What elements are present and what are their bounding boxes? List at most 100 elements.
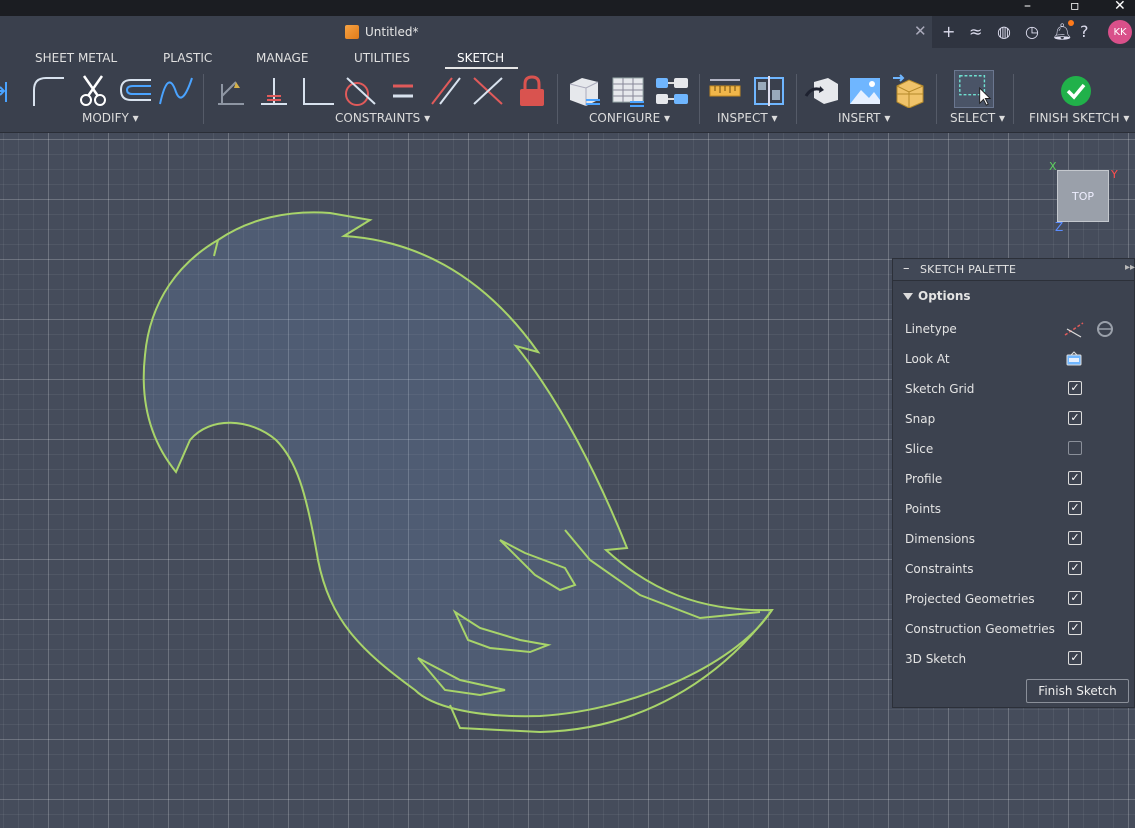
sketch-grid-checkbox[interactable]: ✓ [1068, 381, 1082, 395]
document-title: Untitled* [345, 25, 418, 39]
look-at-icon[interactable] [1065, 350, 1083, 368]
profile-checkbox[interactable]: ✓ [1068, 471, 1082, 485]
insert-derive-icon[interactable] [804, 74, 840, 108]
document-tab-bar: Untitled* ✕ + ≈ ◍ ◷ 🔔︎ ? KK [0, 16, 1135, 48]
ribbon-separator [796, 74, 797, 124]
projected-geometries-checkbox[interactable]: ✓ [1068, 591, 1082, 605]
insert-mesh-icon[interactable] [891, 74, 927, 109]
look-at-row: Look At [905, 349, 1125, 369]
slice-row: Slice [905, 439, 1125, 459]
extensions-icon[interactable]: ≈ [969, 22, 982, 41]
finish-sketch-button[interactable]: Finish Sketch [1026, 679, 1129, 703]
sketch-palette-header[interactable]: – SKETCH PALETTE ▸▸ [893, 259, 1135, 281]
slice-label: Slice [905, 442, 934, 456]
configuration-rules-icon[interactable] [654, 74, 690, 108]
interference-icon[interactable] [751, 74, 787, 108]
ribbon-separator [936, 74, 937, 124]
sketch-palette: – SKETCH PALETTE ▸▸ Options Linetype Loo… [892, 258, 1135, 708]
coincident-constraint-icon[interactable] [300, 74, 336, 108]
ribbon-separator [203, 74, 204, 124]
points-label: Points [905, 502, 942, 516]
change-parameters-icon[interactable] [566, 74, 602, 108]
projected-geometries-row: Projected Geometries ✓ [905, 589, 1125, 609]
measure-ruler-icon[interactable] [707, 74, 743, 108]
parallel-constraint-icon[interactable] [428, 74, 464, 108]
fix-constraint-icon[interactable] [214, 74, 250, 108]
dimensions-label: Dimensions [905, 532, 976, 546]
modify-group-label[interactable]: MODIFY ▾ [82, 111, 139, 125]
sketch-grid-row: Sketch Grid ✓ [905, 379, 1125, 399]
construction-geometries-checkbox[interactable]: ✓ [1068, 621, 1082, 635]
viewcube-y-label: Y [1111, 168, 1118, 181]
equal-constraint-icon[interactable] [385, 74, 421, 108]
minimize-icon[interactable]: – [1024, 0, 1031, 14]
constraints-checkbox[interactable]: ✓ [1068, 561, 1082, 575]
tab-plastic[interactable]: PLASTIC [163, 51, 212, 65]
viewcube-x-label: X [1049, 160, 1057, 173]
dimensions-checkbox[interactable]: ✓ [1068, 531, 1082, 545]
ribbon-separator [1013, 74, 1014, 124]
options-section-header[interactable]: Options [903, 289, 971, 303]
constraints-group-label[interactable]: CONSTRAINTS ▾ [335, 111, 430, 125]
construction-geometries-row: Construction Geometries ✓ [905, 619, 1125, 639]
avatar[interactable]: KK [1108, 20, 1132, 44]
close-tab-icon[interactable]: ✕ [914, 22, 927, 40]
insert-canvas-image-icon[interactable] [847, 74, 883, 108]
profile-row: Profile ✓ [905, 469, 1125, 489]
points-row: Points ✓ [905, 499, 1125, 519]
construction-linetype-icon[interactable] [1063, 319, 1085, 339]
tab-utilities[interactable]: UTILITIES [354, 51, 410, 65]
select-window-icon[interactable] [954, 70, 994, 108]
points-checkbox[interactable]: ✓ [1068, 501, 1082, 515]
viewcube-top-face[interactable]: TOP [1057, 170, 1109, 222]
title-bar: – ▫ ✕ [0, 0, 1135, 16]
3d-sketch-checkbox[interactable]: ✓ [1068, 651, 1082, 665]
trim-scissors-icon[interactable] [76, 74, 112, 108]
notification-badge [1068, 20, 1074, 26]
spline-tool-icon[interactable] [158, 74, 194, 108]
inspect-group-label[interactable]: INSPECT ▾ [717, 111, 778, 125]
viewcube[interactable]: X Y TOP Z [1045, 160, 1125, 240]
fillet-tool-icon[interactable] [30, 74, 66, 108]
maximize-icon[interactable]: ▫ [1070, 0, 1080, 14]
projected-geometries-label: Projected Geometries [905, 592, 1035, 606]
constraints-label: Constraints [905, 562, 974, 576]
finish-sketch-check-icon[interactable] [1059, 74, 1093, 108]
tab-manage[interactable]: MANAGE [256, 51, 308, 65]
perpendicular-constraint-icon[interactable] [257, 74, 293, 108]
expand-palette-icon[interactable]: ▸▸ [1125, 262, 1135, 273]
slice-checkbox[interactable] [1068, 441, 1082, 455]
offset-tool-icon[interactable] [117, 74, 153, 108]
viewcube-z-label: Z [1055, 220, 1064, 234]
select-group-label[interactable]: SELECT ▾ [950, 111, 1005, 125]
look-at-label: Look At [905, 352, 950, 366]
help-icon[interactable]: ? [1080, 22, 1089, 41]
constraints-row: Constraints ✓ [905, 559, 1125, 579]
tab-sheet-metal[interactable]: SHEET METAL [35, 51, 117, 65]
document-tab[interactable]: Untitled* ✕ [0, 16, 932, 48]
tab-sketch[interactable]: SKETCH [457, 51, 504, 65]
online-icon[interactable]: ◍ [997, 22, 1011, 41]
job-status-icon[interactable]: ◷ [1025, 22, 1039, 41]
tangent-constraint-icon[interactable] [341, 74, 377, 108]
ribbon-separator [557, 74, 558, 124]
extend-tool-icon[interactable] [0, 74, 10, 108]
snap-checkbox[interactable]: ✓ [1068, 411, 1082, 425]
options-section-label: Options [918, 289, 971, 303]
linetype-label: Linetype [905, 322, 957, 336]
sketch-closed-profile [142, 211, 774, 718]
finish-sketch-group-label[interactable]: FINISH SKETCH ▾ [1029, 111, 1129, 125]
close-window-icon[interactable]: ✕ [1114, 0, 1126, 14]
collinear-constraint-icon[interactable] [470, 74, 506, 108]
new-tab-icon[interactable]: + [942, 22, 955, 41]
3d-sketch-row: 3D Sketch ✓ [905, 649, 1125, 669]
sketch-grid-label: Sketch Grid [905, 382, 975, 396]
collapse-palette-icon[interactable]: – [903, 261, 910, 276]
insert-group-label[interactable]: INSERT ▾ [838, 111, 890, 125]
configure-group-label[interactable]: CONFIGURE ▾ [589, 111, 670, 125]
configure-table-icon[interactable] [610, 74, 646, 108]
centerline-linetype-icon[interactable] [1095, 319, 1115, 339]
lock-constraint-icon[interactable] [514, 74, 550, 108]
dimensions-row: Dimensions ✓ [905, 529, 1125, 549]
profile-label: Profile [905, 472, 943, 486]
